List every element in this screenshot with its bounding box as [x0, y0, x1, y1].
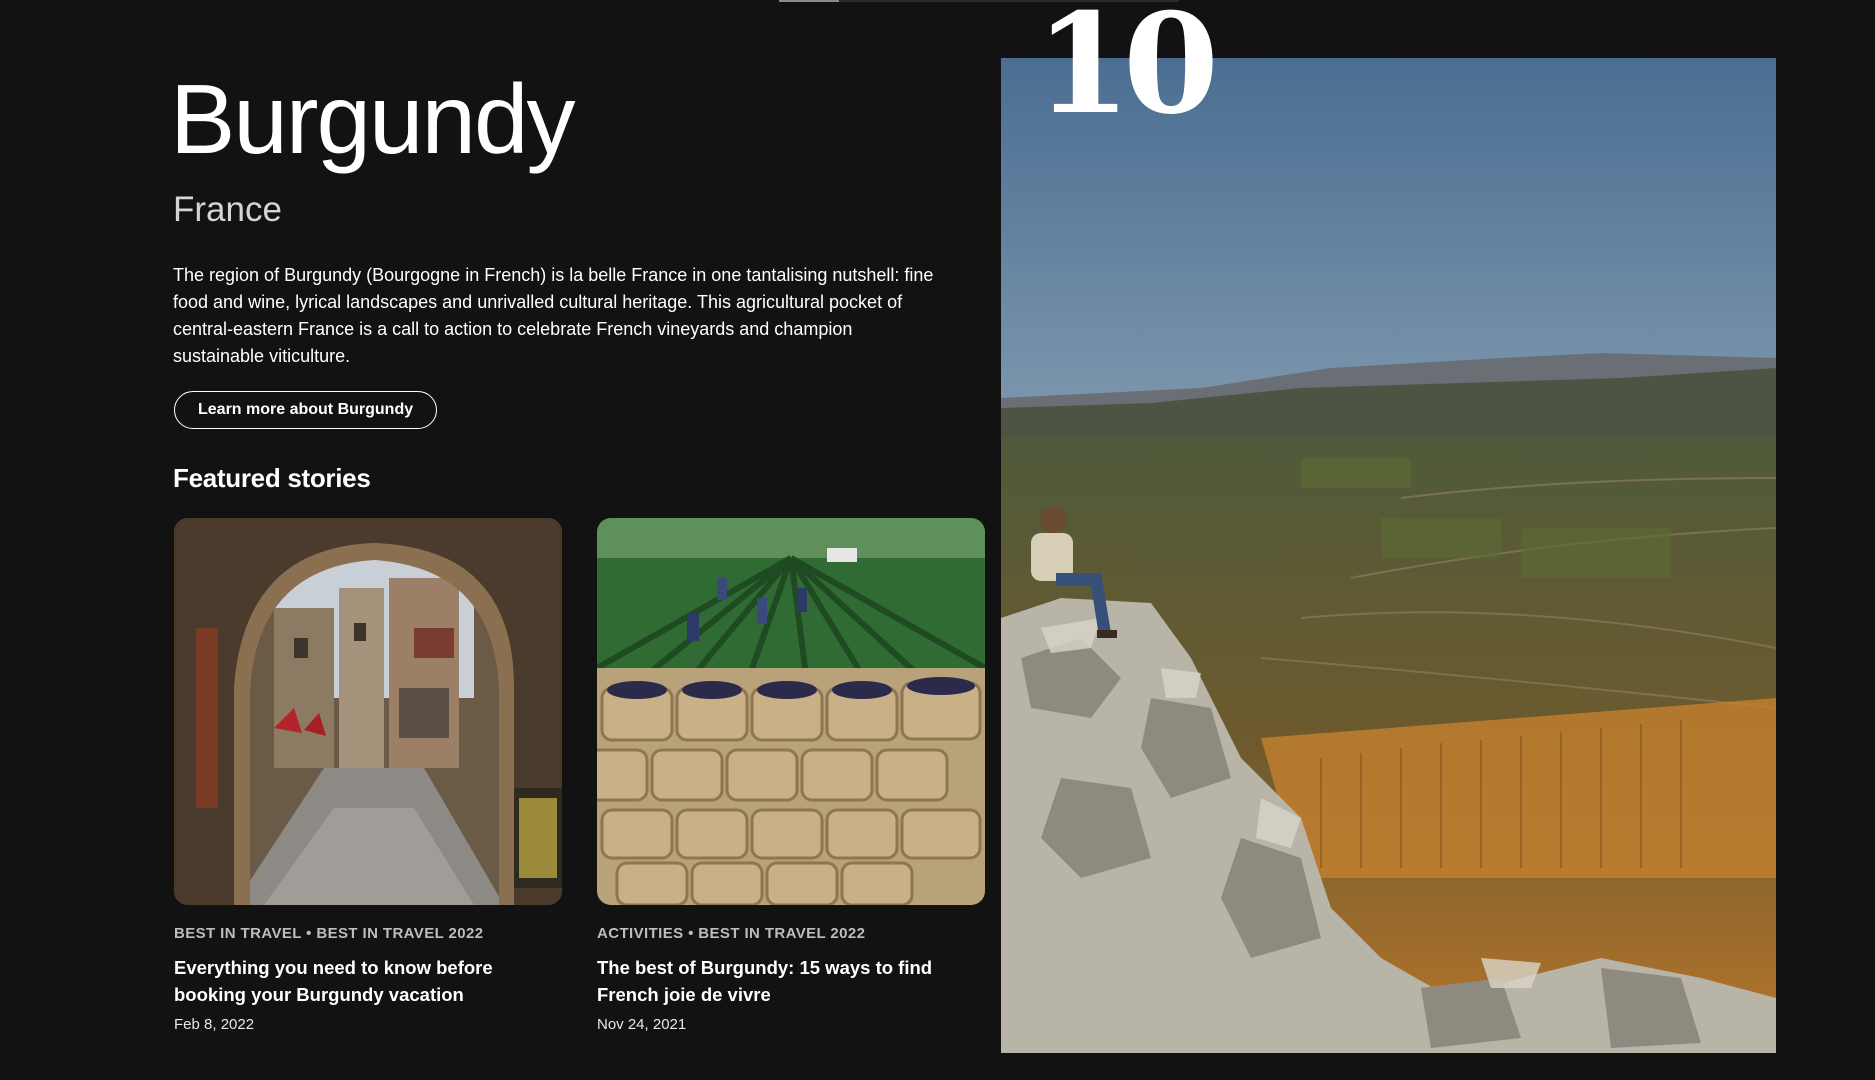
- hero-image-burgundy-landscape: [1001, 58, 1776, 1053]
- featured-stories-heading: Featured stories: [173, 463, 371, 493]
- story-tags: BEST IN TRAVEL • BEST IN TRAVEL 2022: [174, 925, 484, 942]
- story-card[interactable]: ACTIVITIES • BEST IN TRAVEL 2022 The bes…: [597, 518, 985, 1033]
- story-title[interactable]: Everything you need to know before booki…: [174, 954, 562, 1008]
- destination-country: France: [173, 190, 282, 229]
- story-image-grape-baskets[interactable]: [597, 518, 985, 905]
- slide-progress-fill: [779, 0, 839, 2]
- ranking-number: 10: [1035, 0, 1219, 145]
- destination-title: Burgundy: [170, 64, 576, 174]
- learn-more-button[interactable]: Learn more about Burgundy: [174, 391, 438, 429]
- story-date: Feb 8, 2022: [174, 1016, 255, 1033]
- story-title[interactable]: The best of Burgundy: 15 ways to find Fr…: [597, 954, 985, 1008]
- story-date: Nov 24, 2021: [597, 1016, 687, 1033]
- story-card[interactable]: BEST IN TRAVEL • BEST IN TRAVEL 2022 Eve…: [174, 518, 562, 1033]
- story-tags: ACTIVITIES • BEST IN TRAVEL 2022: [597, 925, 866, 942]
- story-image-street-archway[interactable]: [174, 518, 562, 905]
- destination-description: The region of Burgundy (Bourgogne in Fre…: [173, 265, 934, 366]
